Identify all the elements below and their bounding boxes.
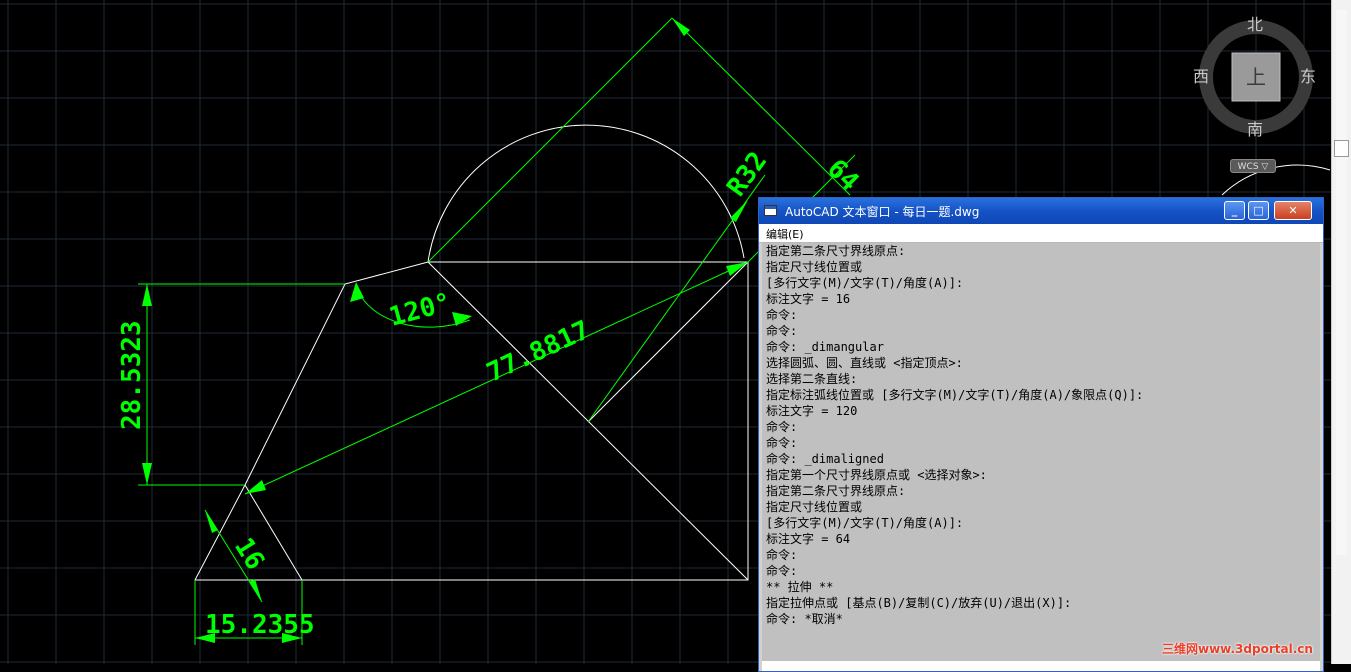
viewcube-face-label: 上 (1246, 65, 1266, 89)
history-line: 标注文字 = 16 (766, 292, 851, 306)
history-line: 指定尺寸线位置或 (766, 260, 863, 274)
app-window-icon (764, 205, 777, 216)
history-line: [多行文字(M)/文字(T)/角度(A)]: (766, 516, 964, 530)
dim-radius-text: R32 (721, 146, 773, 202)
dim-diagonal-text: 77.8817 (482, 315, 594, 388)
viewcube-south: 南 (1247, 120, 1263, 139)
text-window-titlebar[interactable]: AutoCAD 文本窗口 - 每日一题.dwg _ □ ✕ (759, 198, 1323, 224)
watermark: 三维网www.3dportal.cn (1162, 642, 1313, 656)
history-line: 标注文字 = 120 (766, 404, 858, 418)
text-window-title: AutoCAD 文本窗口 - 每日一题.dwg (785, 205, 980, 219)
menu-edit[interactable]: 编辑(E) (766, 226, 804, 242)
scrollbar-track[interactable] (1336, 10, 1347, 555)
dimension-texts: 28.5323 77.8817 64 R32 120° 16 15.2355 (117, 146, 864, 640)
history-line: 命令: (766, 308, 798, 322)
dim-small-text: 16 (228, 533, 270, 575)
dim-height-text: 28.5323 (117, 320, 147, 430)
history-line: 命令: (766, 324, 798, 338)
history-line: 指定尺寸线位置或 (766, 500, 863, 514)
dim-side-text: 64 (821, 154, 864, 197)
history-line: 命令: *取消* (766, 612, 843, 626)
text-window-menubar: 编辑(E) (759, 224, 1323, 243)
history-line: 命令: _dimaligned (766, 452, 884, 466)
ucs-menu-button[interactable]: WCS ▽ (1230, 159, 1276, 173)
history-line: ** 拉伸 ** (766, 580, 834, 594)
close-button[interactable]: ✕ (1274, 201, 1312, 220)
history-line: 命令: _dimangular (766, 340, 884, 354)
history-line: 选择第二条直线: (766, 372, 858, 386)
command-history[interactable]: 指定第二条尺寸界线原点: 指定尺寸线位置或 [多行文字(M)/文字(T)/角度(A)… (762, 243, 1320, 661)
history-line: 标注文字 = 64 (766, 532, 851, 546)
top-arc (427, 124, 745, 263)
history-line: 选择圆弧、圆、直线或 <指定顶点>: (766, 356, 963, 370)
history-line: 命令: (766, 564, 798, 578)
history-line: 命令: (766, 420, 798, 434)
maximize-button[interactable]: □ (1248, 201, 1269, 220)
text-window: AutoCAD 文本窗口 - 每日一题.dwg _ □ ✕ 编辑(E) 指定第二… (758, 197, 1324, 672)
viewcube-east: 东 (1300, 67, 1316, 86)
scrollbar-thumb[interactable] (1334, 140, 1349, 157)
minimize-button[interactable]: _ (1224, 201, 1245, 220)
command-input[interactable] (762, 661, 1320, 671)
viewcube[interactable]: 上 北 南 东 西 (1193, 15, 1316, 139)
history-line: 命令: (766, 548, 798, 562)
history-line: 指定第二条尺寸界线原点: (766, 484, 906, 498)
history-line: 指定标注弧线位置或 [多行文字(M)/文字(T)/角度(A)/象限点(Q)]: (766, 388, 1144, 402)
history-line: 命令: (766, 436, 798, 450)
history-line: 指定第二条尺寸界线原点: (766, 244, 906, 258)
dim-base-text: 15.2355 (205, 610, 315, 640)
viewcube-north: 北 (1247, 15, 1263, 34)
history-line: 指定拉伸点或 [基点(B)/复制(C)/放弃(U)/退出(X)]: (766, 596, 1072, 610)
history-line: 指定第一个尺寸界线原点或 <选择对象>: (766, 468, 987, 482)
main-outline (194, 261, 749, 581)
history-line: [多行文字(M)/文字(T)/角度(A)]: (766, 276, 964, 290)
vertical-scrollbar[interactable] (1331, 0, 1351, 664)
viewcube-west: 西 (1193, 67, 1209, 86)
